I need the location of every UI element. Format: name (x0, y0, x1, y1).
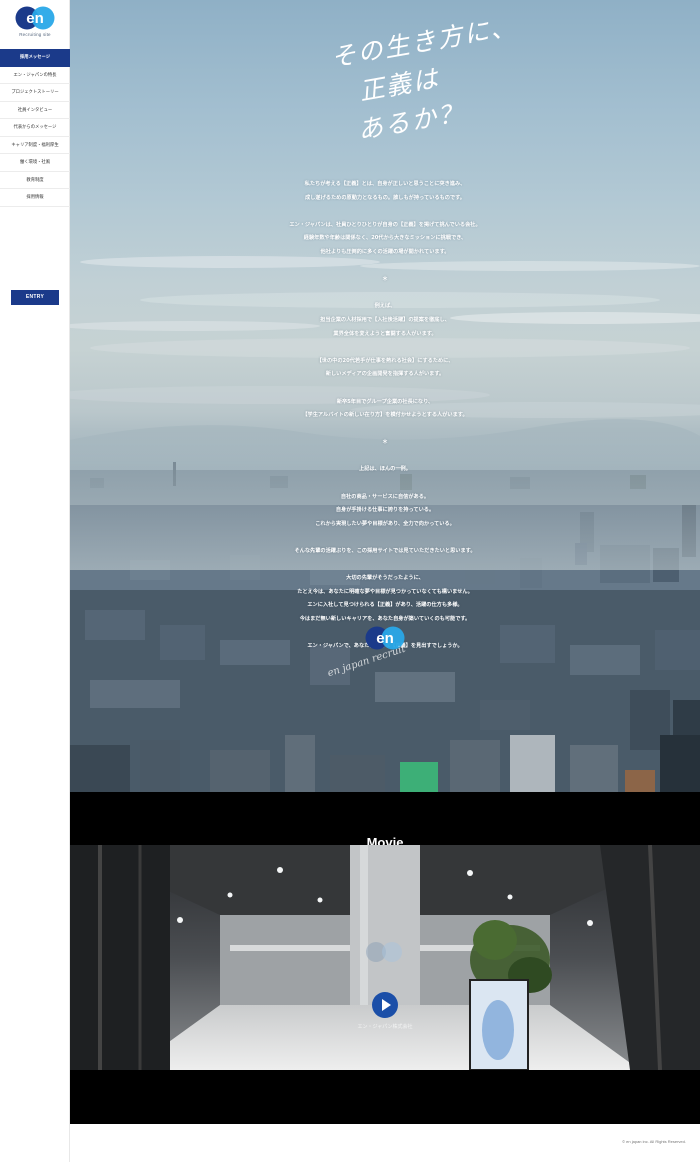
video-player[interactable]: エン・ジャパン株式会社 (70, 845, 700, 1070)
message-line: 新しいメディアの企画開発を指揮する人がいます。 (325, 371, 445, 378)
movie-section: Movie エン・ジャパン株式会社 (70, 792, 700, 1124)
hero-message: 私たちが考える【正義】とは、自身が正しいと思うことに突き進み、 成し遂げるための原… (220, 178, 550, 654)
message-line: 私たちが考える【正義】とは、自身が正しいと思うことに突き進み、 (304, 181, 466, 187)
message-line: 業界全体を変えようと奮闘する人がいます。 (333, 330, 437, 337)
message-line: そんな先輩の活躍ぶりを、この採用サイトでは見ていただきたいと思います。 (294, 548, 476, 555)
nav-item-career-benefits[interactable]: キャリア制度・福利厚生 (0, 137, 70, 154)
message-line: 担当企業の人材採用で【入社後活躍】の提案を徹底し、 (320, 316, 450, 323)
nav-item-environment[interactable]: 働く環境・社風 (0, 154, 70, 172)
message-line: 大切の先輩がそうだったように、 (346, 575, 424, 582)
nav-item-features[interactable]: エン・ジャパンの特長 (0, 67, 70, 84)
nav-item-recruit-message[interactable]: 採用メッセージ (0, 49, 70, 67)
site-logo[interactable]: en Recruiting site (12, 6, 58, 42)
logo-text: en (26, 10, 44, 27)
video-thumbnail (70, 845, 700, 1070)
message-line: エンに入社して見つけられる【正義】があり、活躍の仕方も多様。 (307, 602, 463, 609)
sidebar-nav: 採用メッセージ エン・ジャパンの特長 プロジェクトストーリー 社員インタビュー … (0, 49, 70, 207)
message-line: エン・ジャパンは、社員ひとりひとりが自身の【正義】を掲げて挑んでいる会社。 (289, 221, 481, 228)
hero-headline: その生き方に、 正義は あるか？ (328, 11, 519, 153)
message-line: 自社の商品・サービスに自信がある。 (340, 493, 430, 500)
play-button[interactable] (372, 992, 398, 1018)
message-line: 今はまだ無い新しいキャリアを、あなた自身が築いていくのも可能です。 (299, 616, 471, 622)
message-line: 自身が手掛ける仕事に誇りを持っている。 (335, 507, 435, 514)
video-caption: エン・ジャパン株式会社 (357, 1024, 413, 1030)
message-line: 【世の中の20代若手が仕事を熱れる社会】にするために、 (316, 357, 454, 364)
sidebar: en Recruiting site 採用メッセージ エン・ジャパンの特長 プロ… (0, 0, 70, 1162)
message-line: 例えば、 (374, 303, 396, 310)
play-icon (382, 999, 391, 1011)
message-line: たとえ今は、あなたに明確な夢や目標が見つかっていなくても構いません。 (297, 588, 473, 595)
message-separator: ＊ (381, 439, 388, 447)
logo-subtitle: Recruiting site (19, 32, 51, 37)
message-line: 他社よりも圧倒的に多くの活躍の場が開かれています。 (320, 248, 450, 255)
entry-button[interactable]: ENTRY (11, 290, 59, 305)
message-line: 新卒5年目でグループ企業の社長になり、 (336, 398, 434, 405)
en-logo-icon: en (15, 6, 55, 30)
nav-item-project-story[interactable]: プロジェクトストーリー (0, 84, 70, 102)
hero-section: その生き方に、 正義は あるか？ 私たちが考える【正義】とは、自身が正しいと思う… (70, 0, 700, 792)
message-separator: ＊ (381, 276, 388, 284)
message-line: 上記は、ほんの一例。 (359, 466, 411, 473)
message-line: 【学生アルバイトの新しい在り方】を模付かせようとする人がいます。 (302, 412, 468, 419)
nav-item-education[interactable]: 教育制度 (0, 172, 70, 189)
message-line: 経験年数や年齢は関係なく、20代から大きなミッションに挑戦でき、 (303, 235, 467, 242)
copyright: © en japan inc. All Rights Reserved. (622, 1139, 686, 1144)
nav-item-interview[interactable]: 社員インタビュー (0, 102, 70, 119)
message-line: これから実現したい夢や目標があり、全力で向かっている。 (315, 520, 455, 527)
message-line: 成し遂げるための原動力となるもの。誰しもが持っているものです。 (305, 194, 465, 201)
nav-item-ceo-message[interactable]: 代表からのメッセージ (0, 119, 70, 137)
nav-item-recruit-info[interactable]: 採用情報 (0, 189, 70, 207)
hero-logo-text: en (376, 630, 394, 647)
